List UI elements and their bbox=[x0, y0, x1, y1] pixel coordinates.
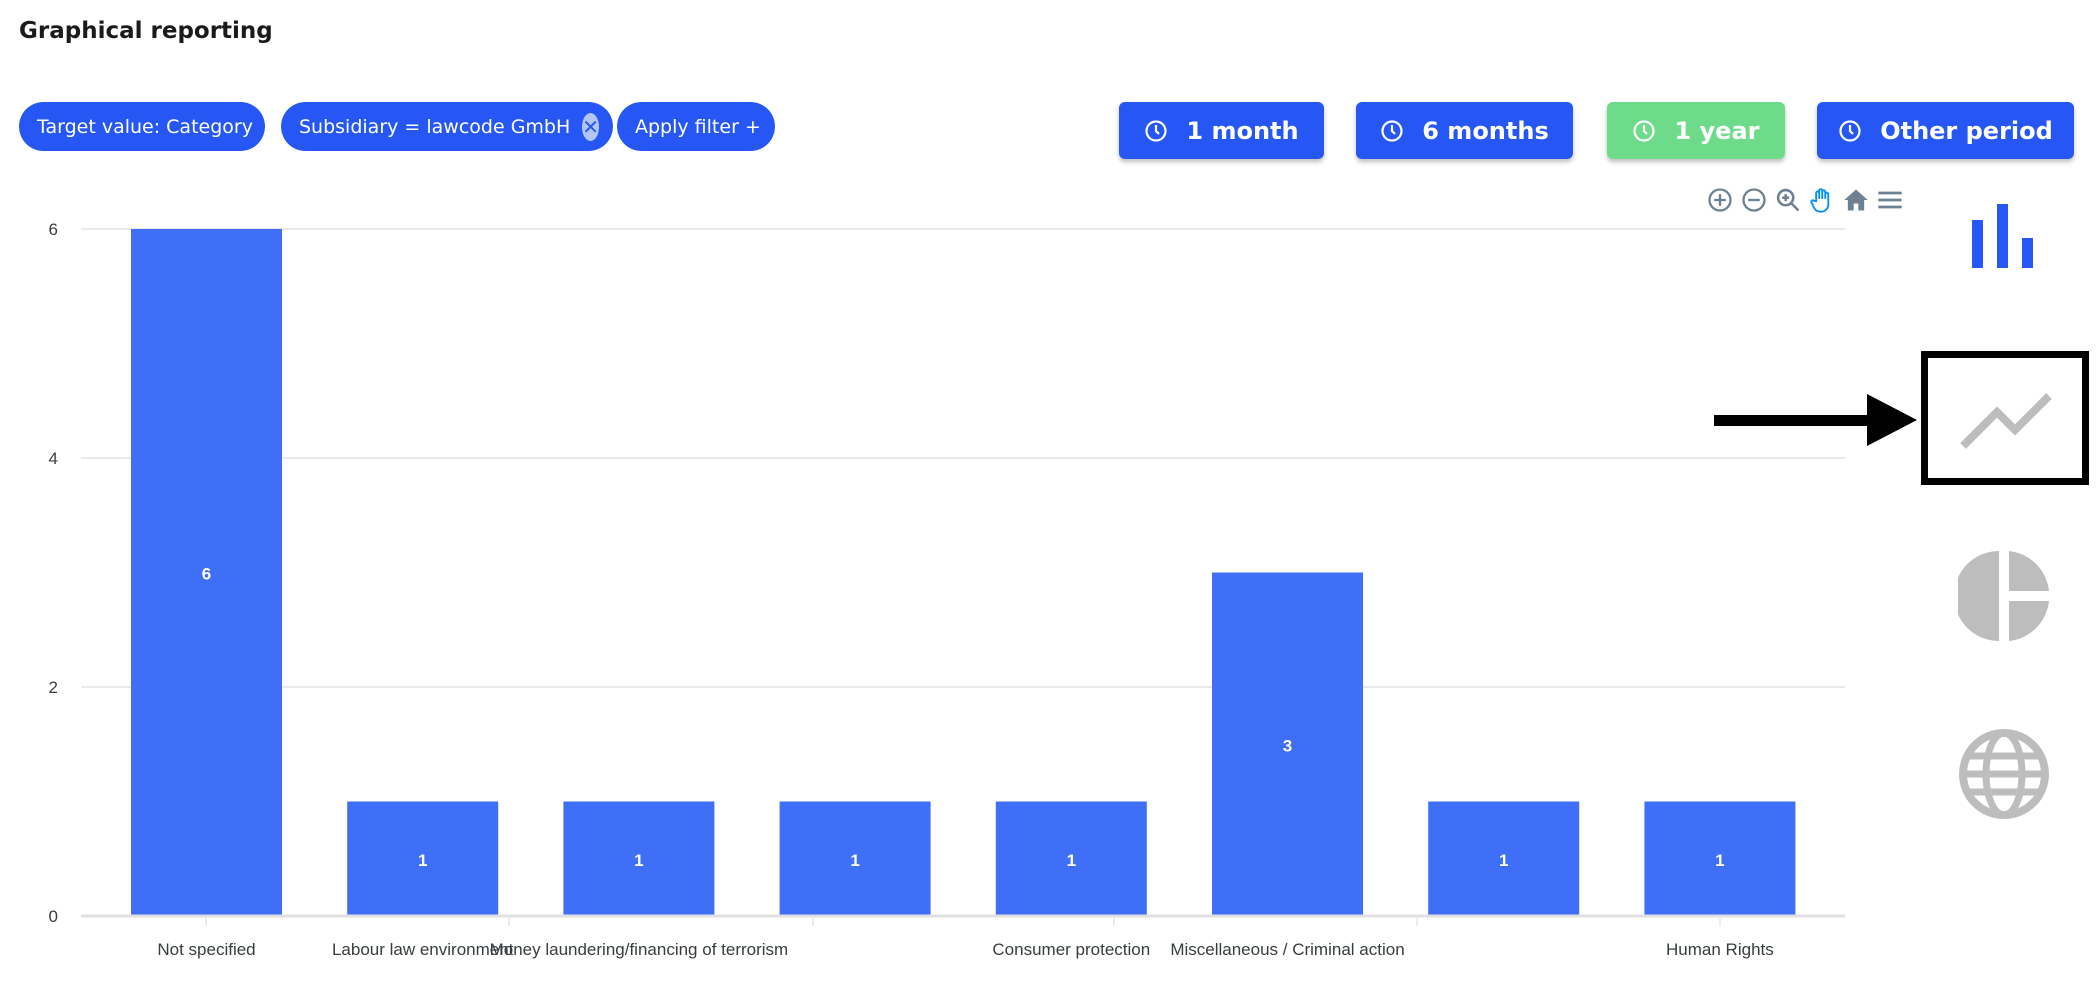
bar-data-label: 1 bbox=[418, 851, 427, 870]
bar-data-label: 1 bbox=[850, 851, 859, 870]
bar-data-label: 1 bbox=[1715, 851, 1724, 870]
x-tick-label: Not specified bbox=[157, 940, 255, 959]
y-tick-label: 4 bbox=[49, 449, 58, 468]
y-tick-label: 0 bbox=[49, 907, 58, 926]
globe-map-icon[interactable] bbox=[1958, 728, 2050, 820]
bar-data-label: 6 bbox=[202, 565, 211, 584]
menu-icon[interactable] bbox=[1876, 186, 1904, 214]
x-tick-label: Labour law environment bbox=[332, 940, 514, 959]
bar-data-label: 1 bbox=[1067, 851, 1076, 870]
bar-chart-icon[interactable] bbox=[1968, 200, 2038, 272]
x-tick-label: Consumer protection bbox=[992, 940, 1150, 959]
bar-data-label: 3 bbox=[1283, 736, 1292, 755]
x-tick-label: Miscellaneous / Criminal action bbox=[1170, 940, 1404, 959]
line-chart-icon[interactable] bbox=[1957, 386, 2053, 450]
x-tick-label: Money laundering/financing of terrorism bbox=[490, 940, 789, 959]
y-tick-label: 2 bbox=[49, 678, 58, 697]
period-label: Other period bbox=[1880, 116, 2053, 145]
bar-chart: 0 2 4 6 6 Not specified 1 Labour law environmen… bbox=[49, 220, 1845, 959]
arrow-annotation-icon bbox=[1714, 394, 1917, 446]
y-tick-label: 6 bbox=[49, 220, 58, 239]
x-tick-label: Human Rights bbox=[1666, 940, 1774, 959]
pie-chart-icon[interactable] bbox=[1958, 550, 2050, 642]
bar-data-label: 1 bbox=[634, 851, 643, 870]
bar-data-label: 1 bbox=[1499, 851, 1508, 870]
